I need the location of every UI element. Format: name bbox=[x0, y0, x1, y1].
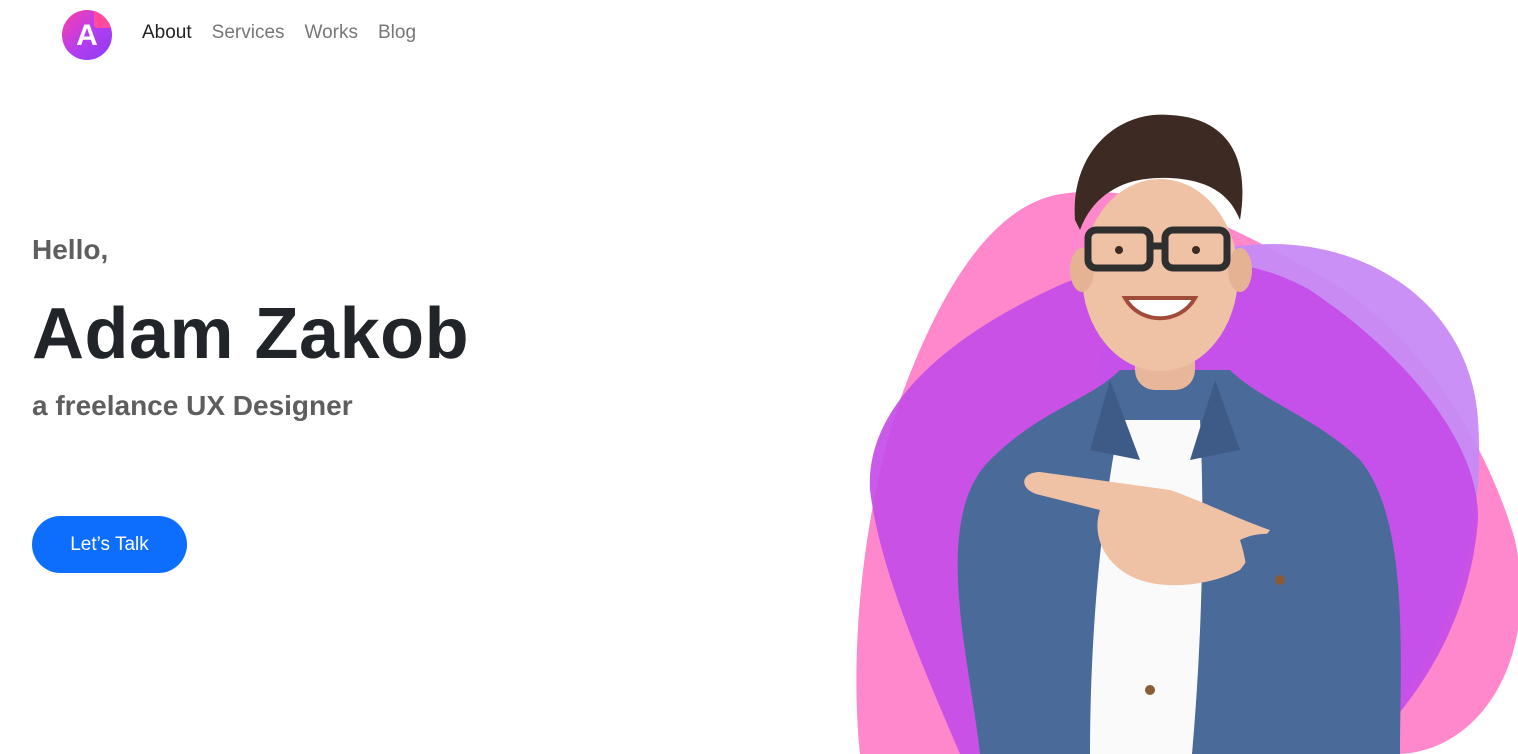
hero-name: Adam Zakob bbox=[32, 294, 470, 374]
face bbox=[1082, 179, 1238, 371]
nav-item-blog[interactable]: Blog bbox=[378, 22, 416, 44]
hero-tagline: a freelance UX Designer bbox=[32, 390, 353, 421]
hero-text: Hello, Adam Zakob a freelance UX Designe… bbox=[32, 230, 732, 426]
logo[interactable]: A bbox=[62, 10, 112, 60]
navbar: A About Services Works Blog bbox=[0, 0, 1518, 70]
hero-illustration bbox=[840, 100, 1518, 754]
logo-letter: A bbox=[76, 19, 98, 52]
hero-greeting: Hello, bbox=[32, 234, 109, 265]
nav-item-works[interactable]: Works bbox=[305, 22, 358, 44]
nav-item-about[interactable]: About bbox=[142, 22, 192, 44]
nav-links: About Services Works Blog bbox=[142, 22, 436, 44]
page: A About Services Works Blog Hello, Adam … bbox=[0, 0, 1518, 754]
nav-item-services[interactable]: Services bbox=[212, 22, 285, 44]
lets-talk-button[interactable]: Let’s Talk bbox=[32, 516, 187, 573]
hero-illustration-svg bbox=[856, 114, 1518, 754]
